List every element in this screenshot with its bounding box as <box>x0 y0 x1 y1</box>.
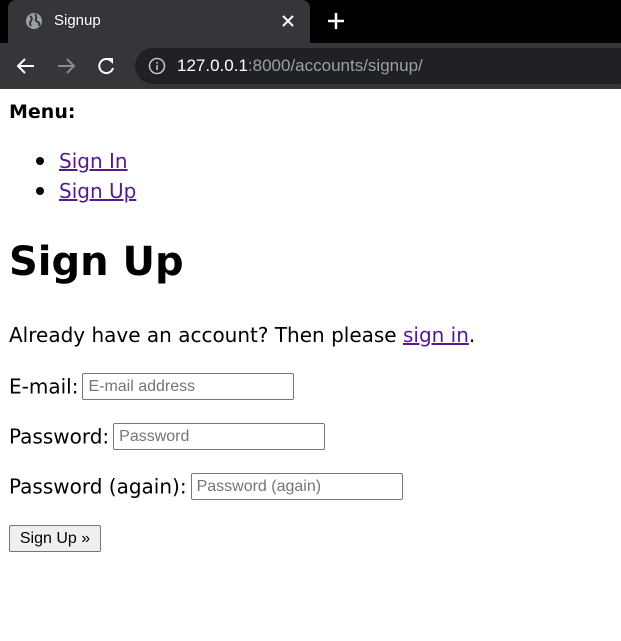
already-suffix: . <box>468 323 476 347</box>
tab-title: Signup <box>54 12 101 29</box>
address-bar[interactable]: 127.0.0.1:8000/accounts/signup/ <box>135 48 621 84</box>
password-field[interactable] <box>113 423 326 450</box>
url-text: 127.0.0.1:8000/accounts/signup/ <box>177 56 423 76</box>
menu-item-sign-up: Sign Up <box>9 177 136 207</box>
password-again-label: Password (again): <box>9 474 187 499</box>
sign-up-link[interactable]: Sign Up <box>59 179 136 203</box>
password-row: Password: <box>9 422 326 450</box>
forward-arrow-icon[interactable] <box>55 55 77 77</box>
globe-icon <box>26 13 42 29</box>
url-host: 127.0.0.1 <box>177 56 248 75</box>
email-row: E-mail: <box>9 372 295 400</box>
back-arrow-icon[interactable] <box>15 55 37 77</box>
already-have-account-text: Already have an account? Then please sig… <box>9 322 475 348</box>
menu-list: Sign In Sign Up <box>9 147 136 207</box>
reload-icon[interactable] <box>95 55 117 77</box>
email-field[interactable] <box>82 373 295 400</box>
password-label: Password: <box>9 424 110 449</box>
menu-item-sign-in: Sign In <box>9 147 136 177</box>
bullet <box>36 187 44 195</box>
password-again-field[interactable] <box>190 473 403 500</box>
menu-title: Menu: <box>9 101 76 123</box>
bullet <box>36 157 44 165</box>
sign-in-inline-link[interactable]: sign in <box>403 323 469 347</box>
page-content: Menu: Sign In Sign Up Sign Up Already ha… <box>0 89 621 641</box>
already-prompt: Already have an account? Then please <box>9 323 403 347</box>
browser-tab-strip: Signup <box>0 0 621 43</box>
browser-tab[interactable]: Signup <box>8 0 310 43</box>
new-tab-icon[interactable] <box>327 12 345 30</box>
close-tab-icon[interactable] <box>280 13 296 29</box>
email-label: E-mail: <box>9 374 79 399</box>
browser-toolbar: 127.0.0.1:8000/accounts/signup/ <box>0 43 621 89</box>
page-title: Sign Up <box>9 239 184 285</box>
site-info-icon[interactable] <box>148 57 166 75</box>
url-path: :8000/accounts/signup/ <box>247 56 423 75</box>
password-again-row: Password (again): <box>9 472 403 500</box>
sign-up-button[interactable]: Sign Up » <box>9 525 101 552</box>
sign-in-link[interactable]: Sign In <box>59 149 128 173</box>
